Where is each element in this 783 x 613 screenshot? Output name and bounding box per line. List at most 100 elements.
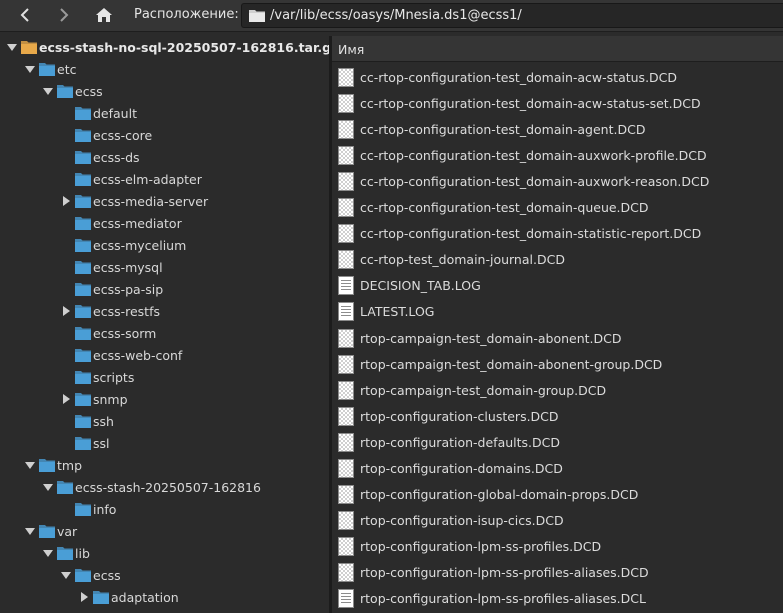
file-list-body: cc-rtop-configuration-test_domain-acw-st… <box>332 62 783 613</box>
folder-icon <box>57 84 73 98</box>
file-row[interactable]: cc-rtop-configuration-test_domain-statis… <box>332 220 783 246</box>
tree-item[interactable]: default <box>60 102 137 124</box>
file-row[interactable]: rtop-configuration-lpm-ss-profiles-alias… <box>332 559 783 585</box>
file-name: rtop-campaign-test_domain-abonent-group.… <box>360 356 663 372</box>
folder-icon <box>75 260 91 274</box>
file-row[interactable]: rtop-configuration-lpm-ss-profiles.DCD <box>332 533 783 559</box>
tree-item[interactable]: ecss-sorm <box>60 322 156 344</box>
tree-item[interactable]: ecss-restfs <box>60 300 160 322</box>
folder-icon <box>75 128 91 142</box>
tree-item[interactable]: ecss-mediator <box>60 212 182 234</box>
expander-down-icon[interactable] <box>42 476 54 498</box>
file-row[interactable]: rtop-configuration-isup-cics.DCD <box>332 507 783 533</box>
expander-right-icon[interactable] <box>60 388 72 410</box>
tree-item-label: info <box>93 501 117 517</box>
file-row[interactable]: rtop-campaign-test_domain-abonent-group.… <box>332 351 783 377</box>
file-row[interactable]: rtop-configuration-global-domain-props.D… <box>332 481 783 507</box>
file-row[interactable]: rtop-campaign-test_domain-abonent.DCD <box>332 325 783 351</box>
tree-item[interactable]: etc <box>24 58 76 80</box>
file-name: cc-rtop-configuration-test_domain-auxwor… <box>360 148 707 164</box>
folder-icon <box>75 304 91 318</box>
tree-item[interactable]: ssh <box>60 410 114 432</box>
binary-file-icon <box>338 354 354 374</box>
binary-file-icon <box>338 380 354 400</box>
expander-down-icon[interactable] <box>42 542 54 564</box>
tree-item[interactable]: ssl <box>60 432 110 454</box>
file-row[interactable]: rtop-configuration-lpm-ss-profiles-alias… <box>332 585 783 611</box>
file-row[interactable]: cc-rtop-configuration-test_domain-acw-st… <box>332 64 783 90</box>
tree-item-label: ecss-ds <box>93 149 140 165</box>
expander-down-icon[interactable] <box>24 520 36 542</box>
file-row[interactable]: rtop-configuration-defaults.DCD <box>332 429 783 455</box>
tree-item[interactable]: tmp <box>24 454 82 476</box>
tree-item[interactable]: ecss-media-server <box>60 190 208 212</box>
expander-down-icon[interactable] <box>60 564 72 586</box>
file-name: LATEST.LOG <box>360 304 435 320</box>
file-row[interactable]: cc-rtop-configuration-test_domain-agent.… <box>332 116 783 142</box>
tree-item[interactable]: ecss-core <box>60 124 152 146</box>
expander-down-icon[interactable] <box>42 80 54 102</box>
tree-item[interactable]: ecss-pa-sip <box>60 278 163 300</box>
tree-item[interactable]: var <box>24 520 77 542</box>
tree-item[interactable]: ecss-web-conf <box>60 344 182 366</box>
home-button[interactable] <box>91 4 117 26</box>
binary-file-icon <box>338 484 354 504</box>
file-name: rtop-configuration-isup-cics.DCD <box>360 512 564 528</box>
tree-item[interactable]: adaptation <box>78 586 179 608</box>
file-row[interactable]: LATEST.LOG <box>332 298 783 324</box>
binary-file-icon <box>338 224 354 244</box>
tree-item[interactable]: info <box>60 498 116 520</box>
binary-file-icon <box>338 198 354 218</box>
back-button[interactable] <box>13 4 39 26</box>
tree-item[interactable]: ecss-stash-20250507-162816 <box>42 476 261 498</box>
folder-icon <box>75 194 91 208</box>
tree-item-label: ecss-stash-20250507-162816 <box>75 479 261 495</box>
tree-item-label: ecss-restfs <box>93 303 160 319</box>
expander-right-icon[interactable] <box>60 190 72 212</box>
file-row[interactable]: cc-rtop-test_domain-journal.DCD <box>332 246 783 272</box>
folder-icon <box>57 480 73 494</box>
tree-item-label: ecss-core <box>93 127 153 143</box>
tree-item[interactable]: ecss-mycelium <box>60 234 186 256</box>
tree-item[interactable]: ecss <box>42 80 103 102</box>
file-row[interactable]: rtop-campaign-test_domain-group.DCD <box>332 377 783 403</box>
file-row[interactable]: DECISION_TAB.LOG <box>332 272 783 298</box>
text-file-icon <box>338 276 354 296</box>
folder-icon <box>75 436 91 450</box>
file-name: rtop-configuration-lpm-ss-profiles.DCD <box>360 538 602 554</box>
tree-item[interactable]: snmp <box>60 388 128 410</box>
file-row[interactable]: cc-rtop-configuration-test_domain-auxwor… <box>332 142 783 168</box>
file-row[interactable]: cc-rtop-configuration-test_domain-queue.… <box>332 194 783 220</box>
expander-down-icon[interactable] <box>24 58 36 80</box>
folder-icon <box>75 502 91 516</box>
column-header-name[interactable]: Имя <box>332 36 783 62</box>
forward-button[interactable] <box>50 4 76 26</box>
tree-item-label: lib <box>75 545 90 561</box>
file-row[interactable]: rtop-configuration-domains.DCD <box>332 455 783 481</box>
tree-item[interactable]: ecss-ds <box>60 146 140 168</box>
tree-item-label: tmp <box>57 457 83 473</box>
file-row[interactable]: cc-rtop-configuration-test_domain-acw-st… <box>332 90 783 116</box>
tree-item-label: ecss-pa-sip <box>93 281 164 297</box>
tree-item[interactable]: lib <box>42 542 90 564</box>
expander-down-icon[interactable] <box>24 454 36 476</box>
tree-item[interactable]: ecss-stash-no-sql-20250507-162816.tar.gz <box>6 36 329 58</box>
folder-icon <box>75 568 91 582</box>
column-header-label: Имя <box>338 42 365 57</box>
tree-item[interactable]: scripts <box>60 366 134 388</box>
tree-item-label: ecss-media-server <box>93 193 209 209</box>
expander-right-icon[interactable] <box>78 586 90 608</box>
file-row[interactable]: cc-rtop-configuration-test_domain-auxwor… <box>332 168 783 194</box>
file-row[interactable]: rtop-configuration-clusters.DCD <box>332 403 783 429</box>
location-field[interactable]: /var/lib/ecss/oasys/Mnesia.ds1@ecss1/ <box>241 3 783 28</box>
tree-item[interactable]: ecss-mysql <box>60 256 163 278</box>
chevron-right-icon <box>60 8 69 22</box>
expander-right-icon[interactable] <box>60 300 72 322</box>
tree-item[interactable]: ecss-elm-adapter <box>60 168 202 190</box>
tree-item[interactable]: ecss <box>60 564 121 586</box>
expander-down-icon[interactable] <box>6 36 18 58</box>
